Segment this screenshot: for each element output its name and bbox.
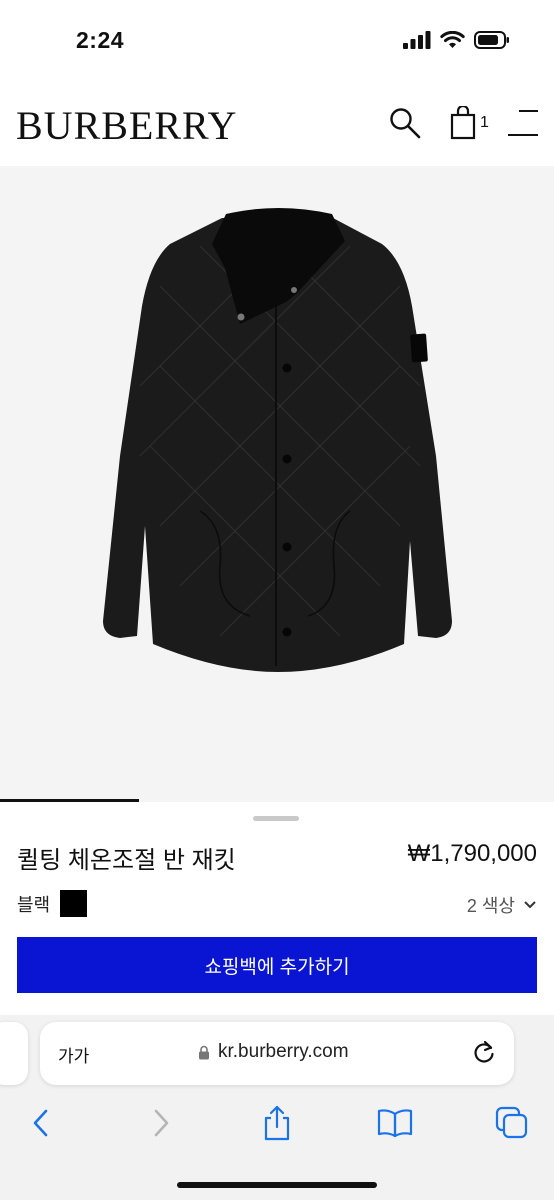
chevron-down-icon: [524, 901, 536, 909]
selected-color: 블랙: [17, 890, 88, 917]
text-size-button[interactable]: 가가: [58, 1042, 89, 1067]
sheet-handle[interactable]: [253, 816, 299, 821]
product-image[interactable]: [0, 166, 554, 802]
add-to-bag-button[interactable]: 쇼핑백에 추가하기: [17, 937, 537, 993]
wifi-icon: [440, 31, 465, 48]
reload-icon: [474, 1040, 494, 1063]
forward-button[interactable]: [141, 1103, 181, 1143]
color-swatch: [60, 890, 88, 917]
shopping-bag-button[interactable]: 1: [450, 104, 496, 140]
status-time: 2:24: [76, 27, 125, 53]
share-button[interactable]: [257, 1103, 297, 1143]
search-button[interactable]: [388, 106, 422, 140]
product-sheet: 퀼팅 체온조절 반 재킷 ₩1,790,000 블랙 2 색상 쇼핑백에 추가하…: [0, 802, 554, 1015]
browser-chrome: 가가 kr.burberry.com: [0, 1015, 554, 1200]
url-display[interactable]: kr.burberry.com: [198, 1041, 349, 1063]
jacket-image: [103, 208, 452, 672]
previous-tab-card[interactable]: [0, 1022, 28, 1085]
home-indicator[interactable]: [177, 1182, 377, 1188]
lock-icon: [199, 1045, 209, 1059]
menu-icon: [508, 110, 538, 136]
back-button[interactable]: [21, 1103, 61, 1143]
bookmarks-button[interactable]: [375, 1103, 415, 1143]
reload-button[interactable]: [470, 1039, 498, 1067]
menu-button[interactable]: [507, 108, 539, 138]
product-name: 퀼팅 체온조절 반 재킷: [17, 847, 236, 874]
search-icon: [390, 108, 421, 139]
browser-toolbar: [0, 1103, 554, 1143]
brand-logo[interactable]: BURBERRY: [16, 102, 237, 149]
share-icon: [264, 1105, 290, 1141]
tabs-button[interactable]: [492, 1103, 532, 1143]
color-options-toggle[interactable]: 2 색상: [467, 892, 537, 918]
chevron-left-icon: [33, 1109, 48, 1137]
address-bar[interactable]: 가가 kr.burberry.com: [40, 1022, 514, 1085]
color-count: 2 색상: [466, 896, 515, 916]
chevron-right-icon: [154, 1109, 169, 1137]
url-text: kr.burberry.com: [218, 1041, 349, 1062]
site-header: BURBERRY 1: [0, 80, 554, 166]
bag-count: 1: [480, 114, 489, 131]
status-icons: [403, 31, 510, 49]
shopping-bag-icon: [450, 104, 476, 140]
color-label: 블랙: [17, 894, 51, 915]
battery-icon: [474, 31, 509, 49]
tabs-icon: [495, 1106, 528, 1139]
status-bar: 2:24: [0, 0, 554, 80]
product-price: ₩1,790,000: [407, 840, 537, 867]
cellular-signal-icon: [403, 31, 431, 49]
book-icon: [377, 1109, 413, 1138]
